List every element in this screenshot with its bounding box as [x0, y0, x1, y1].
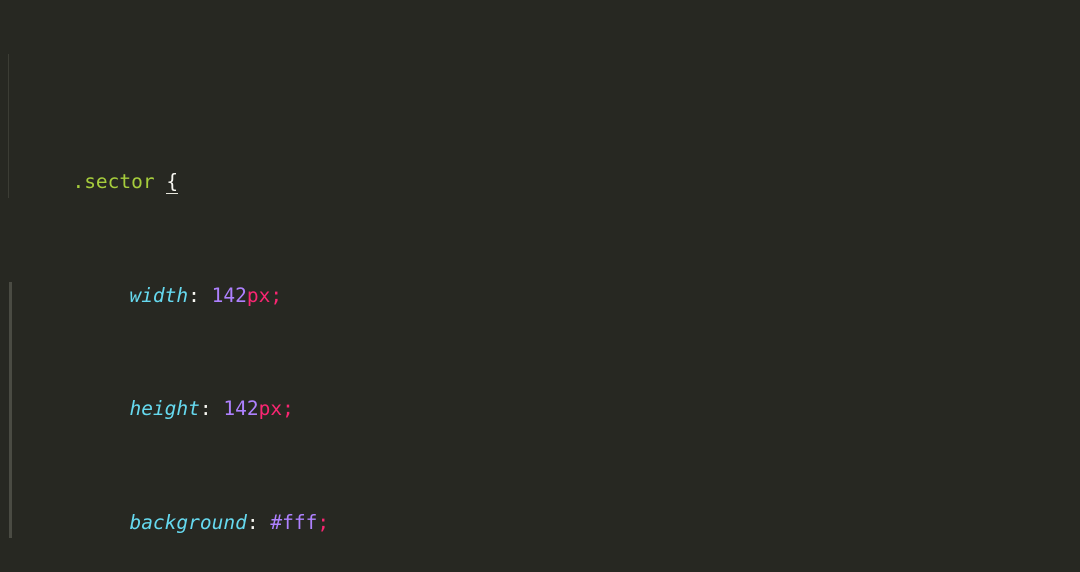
- colon: :: [246, 510, 259, 534]
- code-editor[interactable]: .sector { width: 142px; height: 142px; b…: [0, 0, 1080, 572]
- code-line[interactable]: width: 142px;: [0, 253, 1080, 307]
- code-line[interactable]: .sector {: [0, 140, 1080, 195]
- semicolon: ;: [270, 283, 283, 307]
- unit-token: px: [258, 397, 283, 421]
- hex-color-token: #fff: [270, 510, 318, 534]
- code-line[interactable]: background: #fff;: [0, 480, 1080, 534]
- selector-token: .sector: [72, 170, 155, 194]
- code-line[interactable]: height: 142px;: [0, 367, 1080, 420]
- colon: :: [188, 283, 200, 307]
- semicolon: ;: [317, 510, 330, 534]
- property-name: background: [129, 510, 247, 534]
- property-name: width: [129, 283, 189, 307]
- number-token: 142: [223, 397, 259, 421]
- property-name: height: [129, 397, 200, 421]
- number-token: 142: [211, 283, 247, 307]
- code-content: .sector { width: 142px; height: 142px; b…: [0, 26, 1080, 572]
- colon: :: [199, 397, 212, 421]
- semicolon: ;: [282, 397, 294, 421]
- unit-token: px: [246, 283, 271, 307]
- open-brace: {: [166, 170, 179, 195]
